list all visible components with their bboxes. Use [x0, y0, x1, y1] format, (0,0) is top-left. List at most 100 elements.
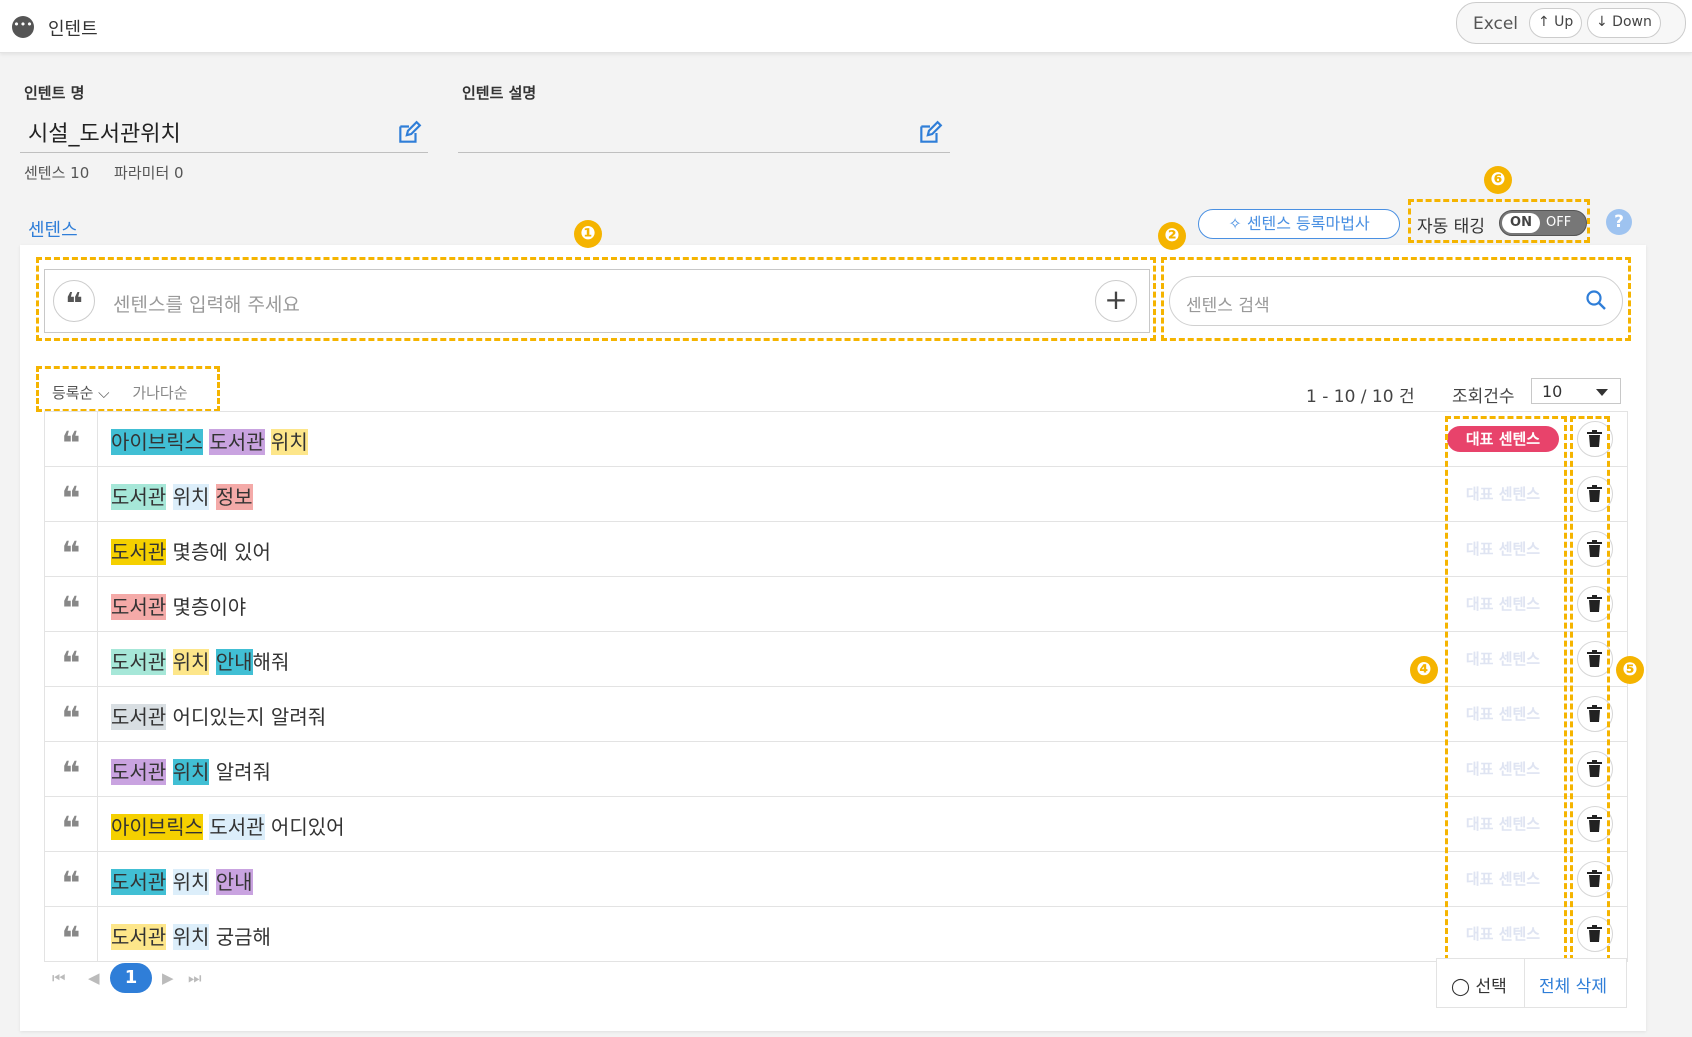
- entity-tag[interactable]: 도서관: [209, 429, 265, 455]
- last-page-icon[interactable]: ⏭: [188, 969, 202, 987]
- entity-tag[interactable]: 위치: [172, 484, 210, 510]
- table-row[interactable]: ❝ 도서관 위치 알려줘 대표 센텐스: [45, 742, 1627, 797]
- quote-icon: ❝: [45, 742, 98, 796]
- parameter-count: 파라미터 0: [114, 164, 184, 182]
- current-page[interactable]: 1: [110, 963, 152, 993]
- table-row[interactable]: ❝ 도서관 어디있는지 알려줘 대표 센텐스: [45, 687, 1627, 742]
- quote-icon: ❝: [45, 907, 98, 961]
- first-page-icon[interactable]: ⏮: [52, 969, 66, 987]
- entity-tag[interactable]: 안내: [215, 649, 253, 675]
- entity-tag[interactable]: 위치: [172, 759, 210, 785]
- plain-text: [166, 759, 172, 785]
- sentence-text[interactable]: 아이브릭스 도서관 위치: [111, 426, 308, 455]
- download-button[interactable]: ↓ Down: [1587, 8, 1661, 38]
- sort-by-alphabet[interactable]: 가나다순: [132, 384, 187, 402]
- entity-tag[interactable]: 도서관: [111, 704, 167, 730]
- entity-tag[interactable]: 아이브릭스: [111, 429, 203, 455]
- table-row[interactable]: ❝ 도서관 몇층이야 대표 센텐스: [45, 577, 1627, 632]
- entity-tag[interactable]: 도서관: [111, 649, 167, 675]
- entity-tag[interactable]: 도서관: [111, 539, 167, 565]
- edit-name-icon[interactable]: [396, 120, 422, 146]
- quote-icon: ❝: [45, 797, 98, 851]
- entity-tag[interactable]: 도서관: [209, 814, 265, 840]
- sentence-search-input[interactable]: 센텐스 검색: [1169, 276, 1623, 326]
- entity-tag[interactable]: 정보: [215, 484, 253, 510]
- rows-per-page-label: 조회건수: [1452, 387, 1515, 407]
- sentence-text[interactable]: 도서관 위치 알려줘: [111, 756, 271, 785]
- plain-text: [166, 649, 172, 675]
- plain-text: 몇층에 있어: [166, 540, 271, 564]
- sentence-text[interactable]: 도서관 위치 안내해줘: [111, 646, 289, 675]
- upload-button[interactable]: ↑ Up: [1529, 8, 1583, 38]
- entity-tag[interactable]: 위치: [172, 649, 210, 675]
- section-title: 센텐스: [28, 220, 78, 241]
- rows-per-page-select[interactable]: 10: [1531, 378, 1621, 404]
- intent-counts: 센텐스 10 파라미터 0: [24, 162, 204, 183]
- entity-tag[interactable]: 도서관: [111, 594, 167, 620]
- table-row[interactable]: ❝ 도서관 위치 궁금해 대표 센텐스: [45, 907, 1627, 962]
- plain-text: 어디있는지 알려줘: [166, 705, 327, 729]
- sentence-text[interactable]: 도서관 어디있는지 알려줘: [111, 701, 326, 730]
- entity-tag[interactable]: 도서관: [111, 924, 167, 950]
- plain-text: [166, 869, 172, 895]
- table-row[interactable]: ❝ 아이브릭스 도서관 위치 대표 센텐스: [45, 412, 1627, 467]
- table-row[interactable]: ❝ 아이브릭스 도서관 어디있어 대표 센텐스: [45, 797, 1627, 852]
- sentence-table: ❝ 아이브릭스 도서관 위치 대표 센텐스 ❝ 도서관 위치 정보 대표 센텐스 ❝ 도서관 …: [44, 411, 1628, 962]
- highlight-delete-column: [1570, 416, 1610, 961]
- app-header: ••• 인텐트 Excel ↑ Up ↓ Down: [0, 0, 1692, 53]
- table-row[interactable]: ❝ 도서관 위치 정보 대표 센텐스: [45, 467, 1627, 522]
- sort-by-registration[interactable]: 등록순 ⌵: [52, 384, 110, 402]
- next-page-icon[interactable]: ▶: [162, 969, 174, 987]
- add-sentence-button[interactable]: +: [1095, 280, 1137, 322]
- plain-text: 알려줘: [209, 760, 271, 784]
- sentence-wizard-button[interactable]: ✧ 센텐스 등록마법사: [1198, 209, 1400, 239]
- annotation-badge-5: ❺: [1616, 656, 1644, 684]
- entity-tag[interactable]: 도서관: [111, 484, 167, 510]
- plain-text: [209, 869, 215, 895]
- intent-name-underline: [20, 152, 428, 153]
- delete-all-button[interactable]: 전체 삭제: [1539, 972, 1607, 997]
- entity-tag[interactable]: 위치: [270, 429, 308, 455]
- sentence-text[interactable]: 도서관 위치 정보: [111, 481, 253, 510]
- plain-text: [209, 484, 215, 510]
- plain-text: [166, 924, 172, 950]
- plain-text: 해줘: [252, 650, 290, 674]
- search-icon[interactable]: [1584, 288, 1608, 312]
- sentence-text[interactable]: 도서관 위치 안내: [111, 866, 253, 895]
- quote-icon: ❝: [45, 522, 98, 576]
- auto-tag-toggle[interactable]: ON OFF: [1499, 210, 1587, 236]
- prev-page-icon[interactable]: ◀: [88, 969, 100, 987]
- sentence-text[interactable]: 아이브릭스 도서관 어디있어: [111, 811, 345, 840]
- entity-tag[interactable]: 위치: [172, 924, 210, 950]
- table-row[interactable]: ❝ 도서관 위치 안내해줘 대표 센텐스: [45, 632, 1627, 687]
- intent-name-value[interactable]: 시설_도서관위치: [28, 116, 181, 148]
- entity-tag[interactable]: 안내: [215, 869, 253, 895]
- table-row[interactable]: ❝ 도서관 위치 안내 대표 센텐스: [45, 852, 1627, 907]
- entity-tag[interactable]: 도서관: [111, 869, 167, 895]
- help-icon[interactable]: ?: [1606, 209, 1632, 235]
- caret-down-icon: [1596, 389, 1608, 396]
- quote-icon: ❝: [45, 632, 98, 686]
- search-placeholder: 센텐스 검색: [1186, 296, 1270, 316]
- excel-button[interactable]: Excel: [1473, 14, 1518, 34]
- sentence-text[interactable]: 도서관 몇층이야: [111, 591, 246, 620]
- entity-tag[interactable]: 위치: [172, 869, 210, 895]
- result-range: 1 - 10 / 10 건: [1306, 387, 1415, 407]
- page-title: 인텐트: [48, 19, 98, 40]
- sentence-input[interactable]: ❝ 센텐스를 입력해 주세요 +: [44, 269, 1150, 333]
- annotation-badge-2: ❷: [1158, 222, 1186, 250]
- select-button[interactable]: ◯ 선택: [1451, 972, 1507, 997]
- sentence-text[interactable]: 도서관 몇층에 있어: [111, 536, 271, 565]
- entity-tag[interactable]: 도서관: [111, 759, 167, 785]
- divider: [1524, 959, 1525, 1007]
- auto-tag-control: 자동 태깅 ON OFF: [1408, 199, 1590, 243]
- quote-icon: ❝: [45, 467, 98, 521]
- sentence-text[interactable]: 도서관 위치 궁금해: [111, 921, 271, 950]
- plain-text: 궁금해: [209, 925, 271, 949]
- intent-name-label: 인텐트 명: [24, 84, 85, 102]
- table-row[interactable]: ❝ 도서관 몇층에 있어 대표 센텐스: [45, 522, 1627, 577]
- annotation-badge-1: ❶: [574, 220, 602, 248]
- entity-tag[interactable]: 아이브릭스: [111, 814, 203, 840]
- toggle-off-label: OFF: [1546, 215, 1572, 230]
- edit-desc-icon[interactable]: [917, 120, 943, 146]
